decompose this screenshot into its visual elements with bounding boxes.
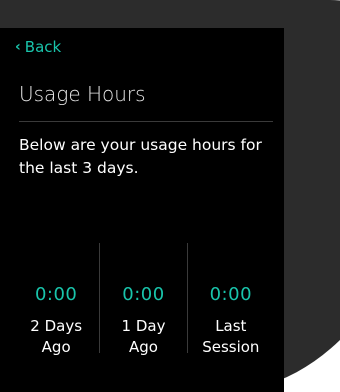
usage-column-last-session: 0:00 Last Session [186,243,274,356]
back-button[interactable]: ‹ Back [15,38,61,56]
page-description: Below are your usage hours for the last … [19,136,262,177]
device-stage: ‹ Back Usage Hours Below are your usage … [0,0,340,392]
page-title: Usage Hours [19,82,146,106]
title-divider [19,121,273,122]
back-label: Back [24,38,62,56]
chevron-left-icon: ‹ [15,39,21,55]
usage-label: 1 Day Ago [121,317,166,356]
usage-columns: 0:00 2 Days Ago 0:00 1 Day Ago 0:00 Last… [13,243,274,356]
usage-column-2-days-ago: 0:00 2 Days Ago [13,243,99,356]
usage-value: 0:00 [122,284,165,305]
usage-column-1-day-ago: 0:00 1 Day Ago [99,243,186,356]
usage-value: 0:00 [34,284,78,305]
usage-label: Last Session [202,317,260,356]
device-screen: ‹ Back Usage Hours Below are your usage … [0,28,284,392]
usage-value: 0:00 [209,284,253,305]
usage-label: 2 Days Ago [30,317,83,356]
